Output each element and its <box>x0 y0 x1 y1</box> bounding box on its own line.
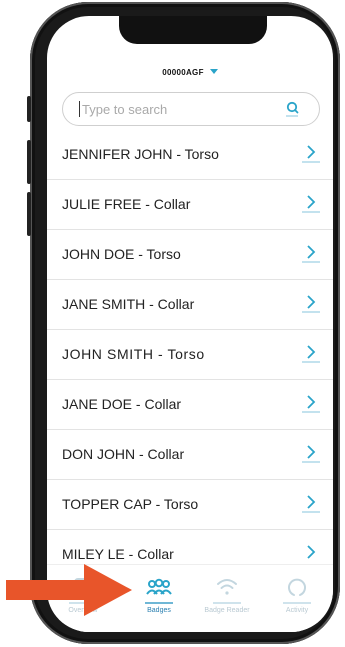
tab-badge-reader[interactable]: Badge Reader <box>197 571 257 617</box>
search-icon[interactable] <box>285 101 299 117</box>
account-selector[interactable]: 00000AGF <box>47 68 333 77</box>
caret-down-icon <box>209 69 218 74</box>
list-item[interactable]: JENNIFER JOHN - Torso <box>47 130 333 180</box>
badge-list: JENNIFER JOHN - Torso JULIE FREE - Colla… <box>47 130 333 580</box>
chevron-right-icon[interactable] <box>301 342 321 364</box>
search-bar <box>62 92 320 126</box>
list-item[interactable]: JOHN DOE - Torso <box>47 230 333 280</box>
chevron-right-icon[interactable] <box>301 292 321 314</box>
list-item[interactable]: JANE SMITH - Collar <box>47 280 333 330</box>
notch <box>119 16 267 44</box>
phone-side-button <box>27 96 31 122</box>
badge-label: MILEY LE - Collar <box>62 546 174 562</box>
tab-label: Badge Reader <box>204 607 250 614</box>
tab-activity[interactable]: Activity <box>267 571 327 617</box>
badge-label: TOPPER CAP - Torso <box>62 496 199 512</box>
tab-underline <box>283 602 311 604</box>
tab-label: Activity <box>285 607 309 614</box>
tab-underline <box>213 602 241 604</box>
phone-volume-down <box>27 192 31 236</box>
account-id: 00000AGF <box>162 68 204 77</box>
badge-label: DON JOHN - Collar <box>62 446 185 462</box>
wifi-icon <box>217 579 237 595</box>
list-item[interactable]: JULIE FREE - Collar <box>47 180 333 230</box>
tab-underline <box>145 602 173 604</box>
chevron-right-icon[interactable] <box>301 492 321 514</box>
phone-volume-up <box>27 140 31 184</box>
chevron-right-icon[interactable] <box>301 192 321 214</box>
badge-label: JOHN DOE - Torso <box>62 246 181 262</box>
badge-label: JENNIFER JOHN - Torso <box>62 146 219 162</box>
list-item[interactable]: DON JOHN - Collar <box>47 430 333 480</box>
list-item[interactable]: JANE DOE - Collar <box>47 380 333 430</box>
list-item[interactable]: TOPPER CAP - Torso <box>47 480 333 530</box>
chevron-right-icon[interactable] <box>301 392 321 414</box>
chevron-right-icon[interactable] <box>301 442 321 464</box>
tab-badges[interactable]: Badges <box>129 571 189 617</box>
badge-label: JANE DOE - Collar <box>62 396 182 412</box>
list-item[interactable]: JOHN SMITH - Torso <box>47 330 333 380</box>
badge-label: JANE SMITH - Collar <box>62 296 195 312</box>
tab-label: Badges <box>147 607 171 614</box>
annotation-arrow-icon <box>6 564 132 616</box>
badge-label: JULIE FREE - Collar <box>62 196 191 212</box>
chevron-right-icon[interactable] <box>301 142 321 164</box>
badge-label: JOHN SMITH - Torso <box>62 346 205 362</box>
chevron-right-icon[interactable] <box>301 542 321 564</box>
screen: 00000AGF JENNIFER JOHN - Torso JULIE FRE… <box>47 16 333 632</box>
activity-icon <box>288 578 306 596</box>
search-input[interactable] <box>79 101 282 117</box>
chevron-right-icon[interactable] <box>301 242 321 264</box>
people-icon <box>146 578 172 595</box>
